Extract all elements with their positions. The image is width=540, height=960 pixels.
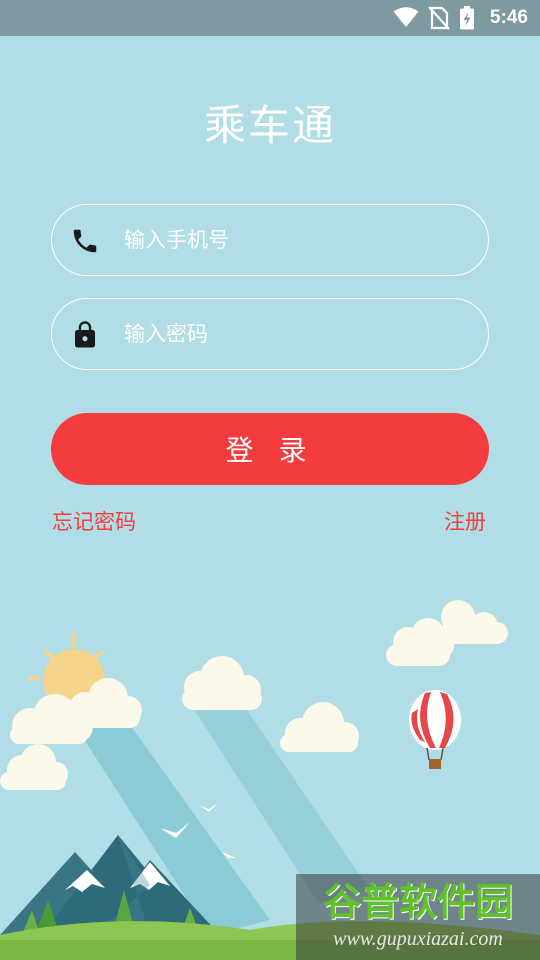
cloud-icon: [182, 656, 262, 710]
status-time: 5:46: [489, 7, 528, 28]
cloud-icon: [280, 702, 359, 752]
hot-air-balloon-icon: [409, 690, 461, 769]
login-button[interactable]: 登 录: [51, 413, 489, 485]
battery-charging-icon: [460, 6, 474, 30]
status-bar: 5:46: [0, 0, 540, 36]
watermark-title: 谷普软件园: [322, 880, 513, 924]
register-link[interactable]: 注册: [444, 508, 486, 536]
cloud-icon: [0, 744, 68, 790]
phone-icon: [73, 229, 97, 253]
forgot-password-link[interactable]: 忘记密码: [52, 508, 136, 536]
wifi-icon: [393, 7, 419, 27]
phone-field[interactable]: [51, 204, 489, 276]
lock-icon: [75, 321, 95, 348]
watermark-url: www.gupuxiazai.com: [333, 928, 503, 950]
password-input[interactable]: [124, 313, 464, 355]
app-title: 乘车通: [203, 101, 336, 150]
no-sim-icon: [428, 6, 450, 30]
password-field[interactable]: [51, 298, 489, 370]
watermark: 谷普软件园 www.gupuxiazai.com: [296, 874, 540, 960]
cloud-icon: [386, 600, 508, 666]
phone-input[interactable]: [124, 219, 464, 261]
